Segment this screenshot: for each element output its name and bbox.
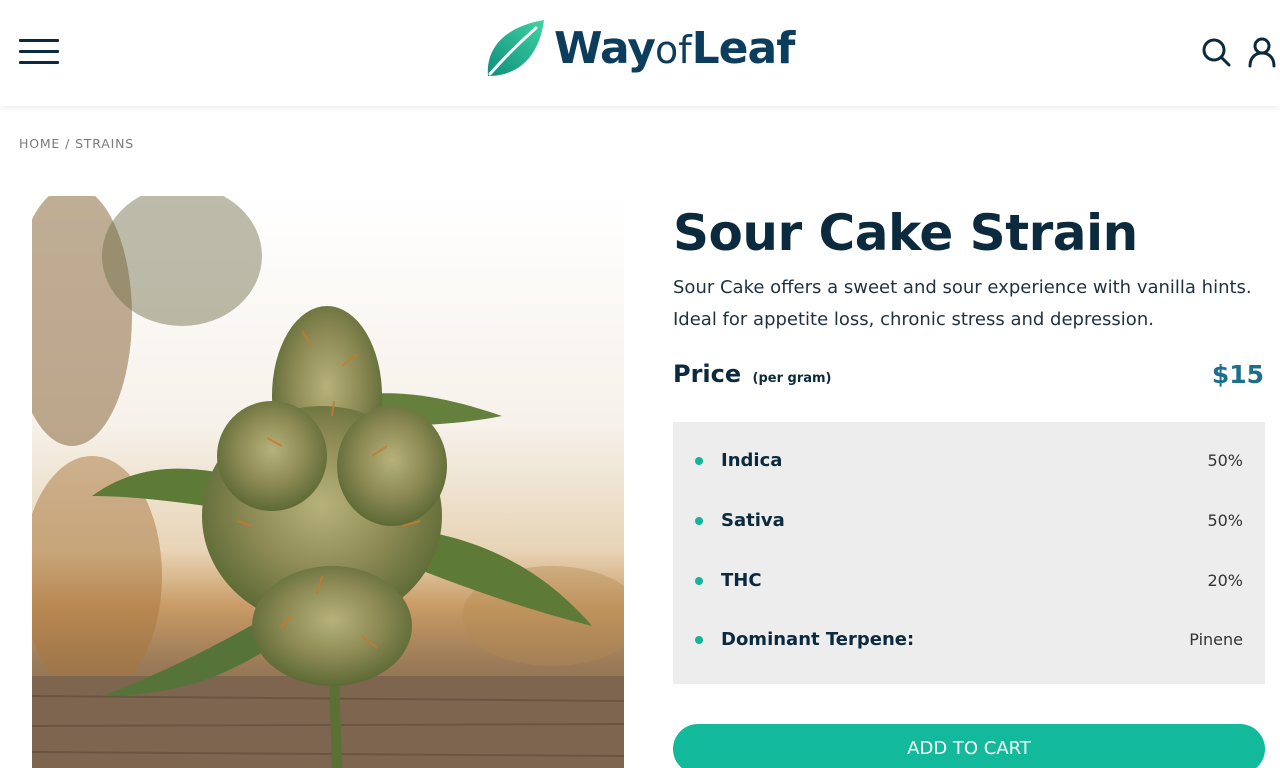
spec-name: Dominant Terpene: [721,629,915,650]
bullet-icon [695,457,703,465]
breadcrumb-separator: / [65,136,71,151]
brand-name: WayofLeaf [554,27,795,72]
strain-specs-panel: Indica 50% Sativa 50% THC 20% Dominant T… [673,422,1265,684]
site-logo[interactable]: WayofLeaf [484,18,795,80]
bullet-icon [695,517,703,525]
spec-value: 50% [1207,511,1243,530]
brand-middle: of [654,28,692,72]
spec-row-terpene: Dominant Terpene: Pinene [673,625,1265,655]
product-image [32,196,624,768]
add-to-cart-button[interactable]: ADD TO CART [673,724,1265,768]
spec-name: Sativa [721,510,785,531]
breadcrumb: HOME / STRAINS [19,136,134,151]
spec-row-indica: Indica 50% [673,446,1265,476]
price-unit: (per gram) [752,371,832,386]
price-value: $15 [1211,360,1264,389]
site-header: WayofLeaf [0,0,1280,106]
user-icon[interactable] [1246,36,1278,68]
spec-value: Pinene [1189,630,1243,649]
bullet-icon [695,577,703,585]
spec-name: Indica [721,450,783,471]
search-icon[interactable] [1200,36,1232,68]
leaf-icon [487,20,544,76]
product-description: Sour Cake offers a sweet and sour experi… [673,277,1252,330]
product-title: Sour Cake Strain [673,204,1138,262]
bullet-icon [695,636,703,644]
brand-prefix: Way [554,23,656,74]
price-label-text: Price [673,360,742,388]
spec-row-sativa: Sativa 50% [673,506,1265,536]
spec-row-thc: THC 20% [673,566,1265,596]
price-label: Price (per gram) [673,360,832,388]
spec-name: THC [721,570,762,591]
spec-value: 50% [1207,451,1243,470]
brand-suffix: Leaf [691,23,796,74]
breadcrumb-home[interactable]: HOME [19,136,60,151]
spec-value: 20% [1207,571,1243,590]
breadcrumb-strains[interactable]: STRAINS [75,136,134,151]
hamburger-menu-icon[interactable] [19,38,59,66]
